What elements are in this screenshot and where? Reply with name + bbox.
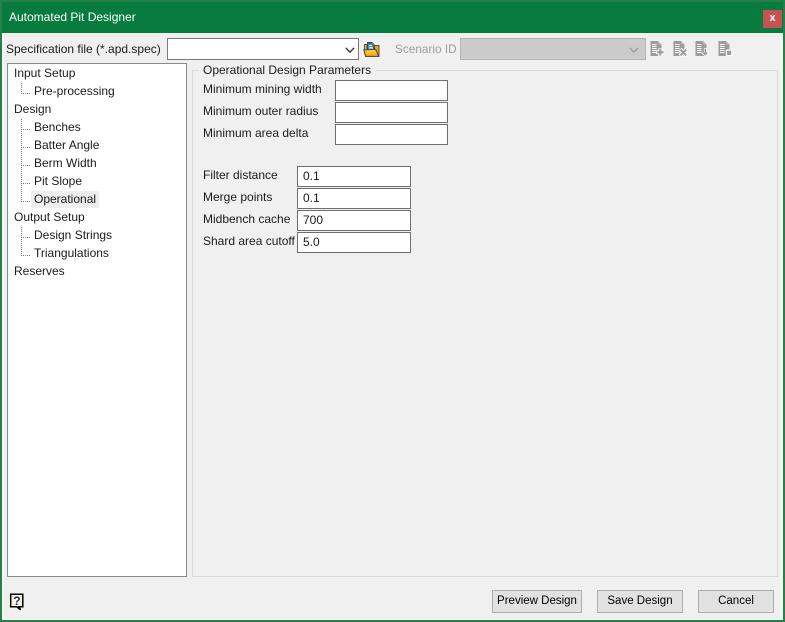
svg-text:?: ? <box>13 594 20 608</box>
